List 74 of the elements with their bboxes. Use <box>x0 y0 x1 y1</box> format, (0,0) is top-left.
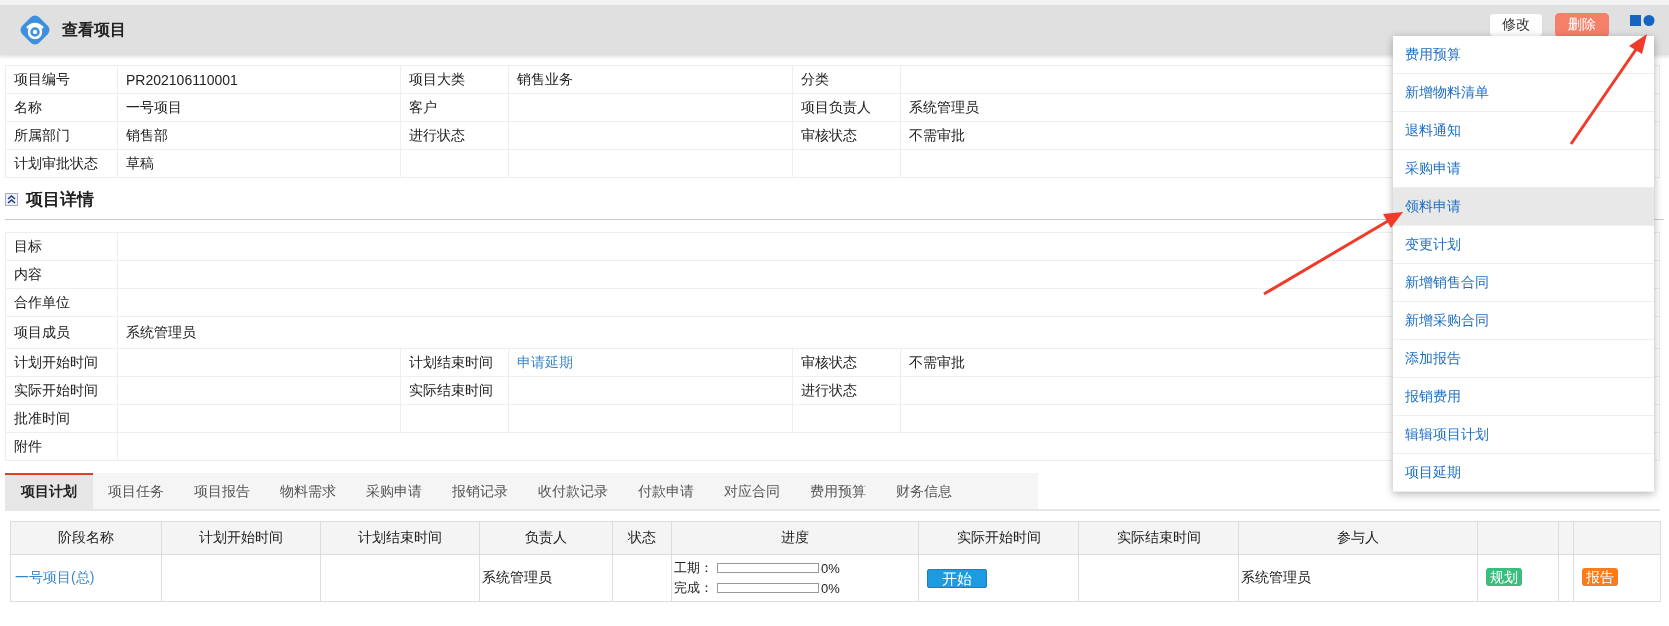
field-label: 进行状态 <box>400 121 509 150</box>
field-value: 销售业务 <box>508 65 793 94</box>
field-label: 项目编号 <box>5 65 118 94</box>
tab[interactable]: 项目计划 <box>5 473 93 509</box>
menu-item[interactable]: 辑辑项目计划 <box>1393 416 1654 454</box>
tab[interactable]: 项目任务 <box>93 473 179 509</box>
progress-reading: 0% <box>821 560 840 576</box>
tab[interactable]: 财务信息 <box>881 473 967 509</box>
tab[interactable]: 采购申请 <box>351 473 437 509</box>
field-value: 销售部 <box>117 121 401 150</box>
field-label: 内容 <box>5 260 118 289</box>
field-label: 名称 <box>5 93 118 122</box>
menu-item[interactable]: 新增采购合同 <box>1393 302 1654 340</box>
field-label: 所属部门 <box>5 121 118 150</box>
edit-button[interactable]: 修改 <box>1489 13 1543 37</box>
column-header: 参与人 <box>1238 521 1478 555</box>
field-value: PR202106110001 <box>117 65 401 94</box>
status-tag: 规划 <box>1486 568 1522 586</box>
menu-item[interactable]: 费用预算 <box>1393 36 1654 74</box>
column-header: 实际开始时间 <box>918 521 1079 555</box>
section-title: 项目详情 <box>26 189 94 211</box>
table-cell: 系统管理员 <box>479 554 613 602</box>
field-label: 审核状态 <box>792 121 901 150</box>
menu-item[interactable]: 报销费用 <box>1393 378 1654 416</box>
field-label: 项目大类 <box>400 65 509 94</box>
field-label: 计划审批状态 <box>5 149 118 178</box>
field-label: 批准时间 <box>5 404 118 433</box>
field-label: 实际开始时间 <box>5 376 118 405</box>
progress-label: 工期： <box>674 559 713 577</box>
field-label: 计划结束时间 <box>400 348 509 377</box>
menu-item[interactable]: 变更计划 <box>1393 226 1654 264</box>
table-cell: 系统管理员 <box>1238 554 1478 602</box>
collapse-icon[interactable] <box>5 193 18 206</box>
field-label: 合作单位 <box>5 288 118 317</box>
tab[interactable]: 项目报告 <box>179 473 265 509</box>
page-title: 查看项目 <box>62 19 126 40</box>
status-tag: 报告 <box>1582 568 1618 586</box>
stage-link[interactable]: 一号项目(总) <box>15 569 95 585</box>
tab[interactable]: 付款申请 <box>623 473 709 509</box>
field-label: 进行状态 <box>792 376 901 405</box>
field-label: 目标 <box>5 232 118 261</box>
menu-item[interactable]: 采购申请 <box>1393 150 1654 188</box>
tab[interactable]: 收付款记录 <box>523 473 623 509</box>
menu-item[interactable]: 项目延期 <box>1393 454 1654 492</box>
progress-label: 完成： <box>674 579 713 597</box>
tab[interactable]: 报销记录 <box>437 473 523 509</box>
column-header: 进度 <box>671 521 919 555</box>
column-header: 实际结束时间 <box>1078 521 1239 555</box>
field-label: 附件 <box>5 432 118 461</box>
tab[interactable]: 物料需求 <box>265 473 351 509</box>
field-label: 审核状态 <box>792 348 901 377</box>
field-label: 分类 <box>792 65 901 94</box>
apply-extension-link[interactable]: 申请延期 <box>517 353 573 370</box>
progress-reading: 0% <box>821 580 840 596</box>
menu-item[interactable]: 领料申请 <box>1393 188 1654 226</box>
field-label: 项目负责人 <box>792 93 901 122</box>
field-label: 客户 <box>400 93 509 122</box>
apps-icon[interactable] <box>1630 14 1656 28</box>
menu-item[interactable]: 退料通知 <box>1393 112 1654 150</box>
field-label: 项目成员 <box>5 316 118 349</box>
column-header: 计划结束时间 <box>320 521 480 555</box>
field-value: 草稿 <box>117 149 401 178</box>
field-label: 实际结束时间 <box>400 376 509 405</box>
menu-item[interactable]: 添加报告 <box>1393 340 1654 378</box>
column-header: 负责人 <box>479 521 613 555</box>
tab[interactable]: 对应合同 <box>709 473 795 509</box>
tab[interactable]: 费用预算 <box>795 473 881 509</box>
field-label: 计划开始时间 <box>5 348 118 377</box>
column-header: 状态 <box>612 521 672 555</box>
field-value: 一号项目 <box>117 93 401 122</box>
column-header: 计划开始时间 <box>161 521 321 555</box>
menu-item[interactable]: 新增销售合同 <box>1393 264 1654 302</box>
column-header: 阶段名称 <box>10 521 162 555</box>
start-button[interactable]: 开始 <box>927 568 987 588</box>
